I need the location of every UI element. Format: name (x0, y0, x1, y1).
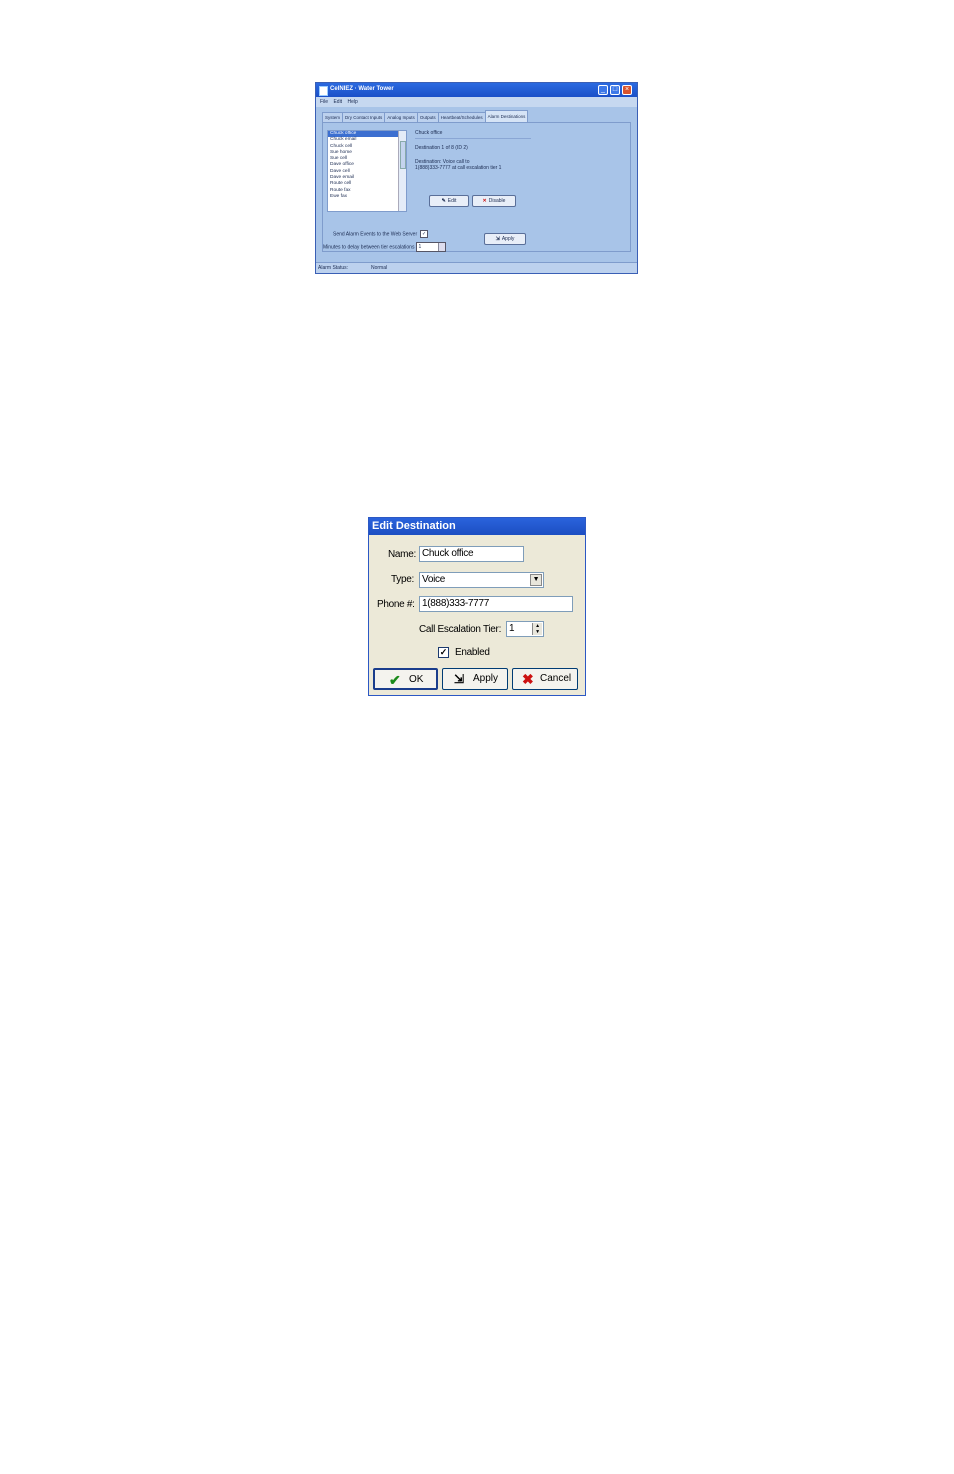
window-apply-label: Apply (501, 236, 515, 242)
status-value: Normal (371, 265, 388, 271)
maximize-icon: □ (612, 86, 618, 93)
destination-list[interactable]: Chuck office Chuck email Chuck cell Sue … (327, 130, 407, 212)
minimize-icon: _ (601, 86, 605, 93)
list-scrollbar[interactable] (398, 131, 406, 211)
send-alarm-checkbox[interactable]: ✓ (420, 230, 429, 238)
tier-spinner[interactable]: 1 ▲ ▼ (506, 621, 544, 637)
dropdown-button[interactable]: ▼ (530, 574, 542, 586)
check-icon: ✓ (439, 647, 448, 657)
list-item[interactable]: Ewe fax (328, 194, 406, 200)
ok-button[interactable]: ✔ OK (373, 668, 438, 690)
send-alarm-row: Send Alarm Events to the Web Server ✓ (333, 230, 429, 238)
destination-line2: 1(888)333-7777 at call escalation tier 1 (415, 165, 502, 171)
enabled-label: Enabled (455, 647, 490, 658)
minutes-value: 1 (418, 244, 422, 250)
cancel-label: Cancel (540, 673, 572, 684)
status-label: Alarm Status: (318, 265, 349, 271)
send-alarm-label: Send Alarm Events to the Web Server (333, 231, 418, 238)
title-bar[interactable]: CelNIEZ · Water Tower _ □ × (316, 83, 637, 97)
tier-label: Call Escalation Tier: (419, 624, 502, 635)
spinner-arrows-icon[interactable]: ▲ ▼ (532, 623, 542, 635)
type-value: Voice (422, 574, 445, 585)
chevron-down-icon: ▼ (532, 576, 540, 583)
name-field[interactable]: Chuck office (419, 546, 524, 562)
menu-file[interactable]: File (320, 97, 328, 107)
minimize-button[interactable]: _ (598, 85, 608, 95)
minutes-label: Minutes to delay between tier escalation… (323, 244, 415, 251)
maximize-button[interactable]: □ (610, 85, 620, 95)
disable-x-icon: ✕ (482, 198, 487, 204)
scroll-thumb[interactable] (400, 141, 406, 169)
type-label: Type: (391, 574, 414, 585)
app-icon (319, 86, 328, 96)
window-apply-button[interactable]: ⇲ Apply (484, 233, 526, 245)
tab-strip: System Dry Contact Inputs Analog Inputs Out… (322, 110, 529, 123)
edit-label: Edit (447, 198, 457, 204)
ok-label: OK (409, 674, 424, 685)
type-select[interactable]: Voice ▼ (419, 572, 544, 588)
apply-icon: ⇲ (495, 236, 500, 242)
disable-label: Disable (488, 198, 506, 204)
name-label: Name: (388, 549, 416, 560)
checkmark-icon: ✔ (389, 672, 401, 688)
status-bar: Alarm Status: Normal (316, 262, 637, 273)
minutes-spinner[interactable]: 1 (416, 242, 447, 252)
group-divider (415, 138, 531, 139)
close-button[interactable]: × (622, 85, 632, 95)
disable-button[interactable]: ✕ Disable (472, 195, 516, 207)
main-window: CelNIEZ · Water Tower _ □ × File Edit He… (315, 82, 638, 274)
spinner-arrows-icon[interactable] (438, 243, 446, 251)
destination-group-title: Chuck office (415, 130, 443, 136)
edit-icon: ✎ (441, 198, 446, 204)
edit-button[interactable]: ✎ Edit (429, 195, 469, 207)
cancel-button[interactable]: ✖ Cancel (512, 668, 578, 690)
dialog-title[interactable]: Edit Destination (369, 518, 585, 535)
apply-icon: ⇲ (454, 672, 465, 686)
menu-bar: File Edit Help (316, 97, 637, 107)
destination-position: Destination 1 of 8 (ID 2) (415, 145, 468, 151)
tier-value: 1 (509, 623, 515, 634)
phone-label: Phone #: (377, 599, 415, 610)
minutes-row: Minutes to delay between tier escalation… (323, 242, 447, 252)
apply-button[interactable]: ⇲ Apply (442, 668, 508, 690)
apply-label: Apply (473, 673, 499, 684)
menu-help[interactable]: Help (347, 97, 357, 107)
menu-edit[interactable]: Edit (333, 97, 342, 107)
phone-field[interactable]: 1(888)333-7777 (419, 596, 573, 612)
window-title: CelNIEZ · Water Tower (330, 86, 394, 92)
cancel-x-icon: ✖ (522, 671, 534, 687)
enabled-checkbox[interactable]: ✓ (438, 647, 449, 658)
close-icon: × (624, 86, 630, 93)
